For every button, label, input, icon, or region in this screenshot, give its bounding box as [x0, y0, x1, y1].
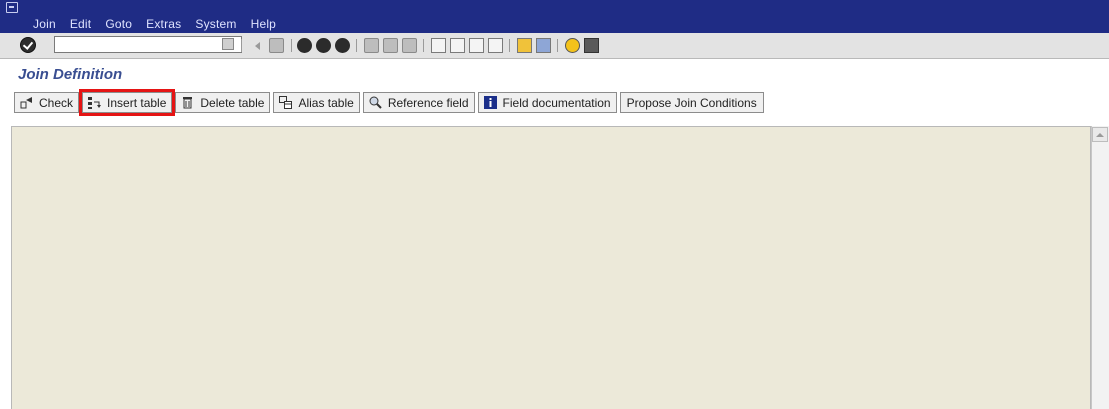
- shortcut-icon[interactable]: [536, 38, 551, 53]
- toolbar-separator: [291, 39, 292, 52]
- reference-field-label: Reference field: [387, 95, 469, 110]
- save-icon[interactable]: [269, 38, 284, 53]
- standard-toolbar: [0, 33, 1109, 59]
- command-field[interactable]: [54, 36, 242, 53]
- menu-goto[interactable]: Goto: [105, 17, 132, 31]
- propose-join-conditions-label: Propose Join Conditions: [626, 95, 757, 110]
- field-documentation-label: Field documentation: [502, 95, 611, 110]
- menu-join[interactable]: Join: [33, 17, 56, 31]
- command-history-icon[interactable]: [222, 38, 234, 50]
- info-icon: [483, 96, 497, 109]
- find-next-icon[interactable]: [402, 38, 417, 53]
- menu: Join Edit Goto Extras System Help: [33, 17, 276, 31]
- toolbar-separator: [423, 39, 424, 52]
- back-icon[interactable]: [297, 38, 312, 53]
- toolbar-separator: [509, 39, 510, 52]
- last-page-icon[interactable]: [488, 38, 503, 53]
- toolbar-separator: [557, 39, 558, 52]
- delete-table-button[interactable]: Delete table: [175, 92, 271, 113]
- menu-extras[interactable]: Extras: [146, 17, 181, 31]
- menu-edit[interactable]: Edit: [70, 17, 91, 31]
- menu-bar: Join Edit Goto Extras System Help: [0, 0, 1109, 33]
- propose-join-conditions-button[interactable]: Propose Join Conditions: [619, 92, 764, 113]
- insert-table-icon: [88, 96, 102, 109]
- scroll-up-icon[interactable]: [1092, 127, 1108, 142]
- join-editor-area[interactable]: [11, 126, 1091, 409]
- reference-field-button[interactable]: Reference field: [362, 92, 475, 113]
- alias-table-label: Alias table: [298, 95, 354, 110]
- scroll-left-icon[interactable]: [250, 38, 265, 53]
- new-session-icon[interactable]: [517, 38, 532, 53]
- layout-menu-icon[interactable]: [584, 38, 599, 53]
- print-icon[interactable]: [364, 38, 379, 53]
- check-label: Check: [39, 95, 74, 110]
- toolbar-separator: [356, 39, 357, 52]
- application-toolbar: Check Insert table Delete table Alias ta…: [14, 89, 764, 116]
- magnifier-icon: [369, 96, 382, 109]
- menu-help[interactable]: Help: [251, 17, 276, 31]
- check-button[interactable]: Check: [14, 92, 80, 113]
- cancel-icon[interactable]: [335, 38, 350, 53]
- exit-icon[interactable]: [316, 38, 331, 53]
- alias-table-button[interactable]: Alias table: [273, 92, 360, 113]
- toolbar-separator: [241, 39, 242, 52]
- previous-page-icon[interactable]: [450, 38, 465, 53]
- check-icon: [20, 96, 33, 109]
- insert-table-label: Insert table: [107, 95, 167, 110]
- help-icon[interactable]: [565, 38, 580, 53]
- vertical-scrollbar[interactable]: [1091, 126, 1109, 409]
- menu-system[interactable]: System: [195, 17, 236, 31]
- alias-table-icon: [279, 96, 293, 109]
- delete-table-label: Delete table: [200, 95, 265, 110]
- insert-table-button[interactable]: Insert table: [79, 89, 176, 116]
- system-menu-icon[interactable]: [6, 2, 18, 13]
- enter-icon[interactable]: [20, 37, 36, 53]
- field-documentation-button[interactable]: Field documentation: [477, 92, 617, 113]
- trash-icon: [181, 96, 194, 109]
- first-page-icon[interactable]: [431, 38, 446, 53]
- page-title: Join Definition: [18, 66, 123, 83]
- find-icon[interactable]: [383, 38, 398, 53]
- next-page-icon[interactable]: [469, 38, 484, 53]
